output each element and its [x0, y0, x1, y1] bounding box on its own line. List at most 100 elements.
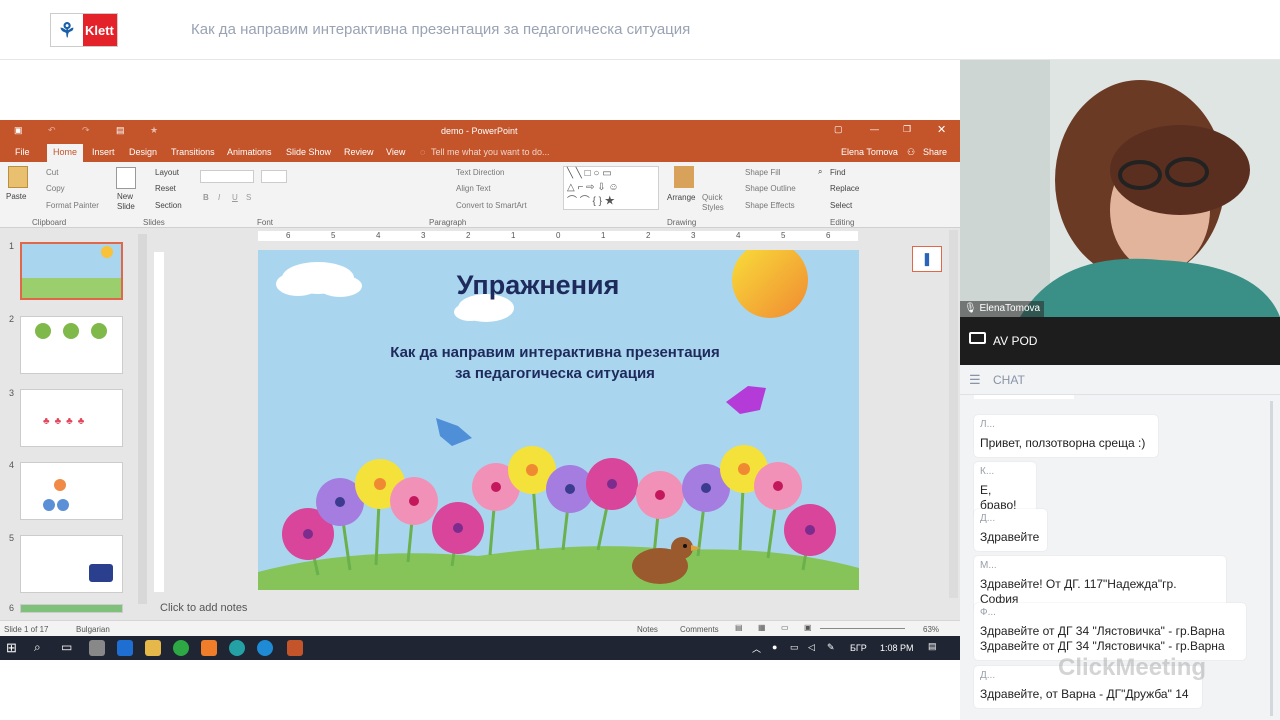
clock[interactable]: 1:08 PM — [880, 643, 914, 653]
arrange-icon[interactable] — [674, 166, 694, 188]
shapes-gallery[interactable]: ╲ ╲ □ ○ ▭ △ ⌐ ⇨ ⇩ ☺ ⌒ ⌒ { } ★ — [563, 166, 659, 210]
shadow-icon[interactable]: S — [246, 193, 251, 202]
edge-icon[interactable] — [229, 640, 245, 656]
font-name-select[interactable] — [200, 170, 254, 183]
zoom-slider[interactable] — [820, 628, 905, 629]
align-text-button[interactable]: Align Text — [456, 184, 491, 193]
tray-chevron-icon[interactable]: ︿ — [752, 642, 761, 655]
slide-thumb-4[interactable] — [20, 462, 123, 520]
tab-view[interactable]: View — [386, 147, 405, 157]
slide-thumb-5[interactable] — [20, 535, 123, 593]
tab-design[interactable]: Design — [129, 147, 157, 157]
slide-thumb-2[interactable] — [20, 316, 123, 374]
normal-view-icon[interactable]: ▤ — [735, 623, 743, 632]
reset-button[interactable]: Reset — [155, 184, 176, 193]
find-button[interactable]: Find — [830, 168, 846, 177]
powerpoint-taskbar-icon[interactable] — [287, 640, 303, 656]
bold-icon[interactable]: B — [203, 193, 209, 202]
search-icon[interactable]: ⌕ — [34, 640, 41, 655]
reading-view-icon[interactable]: ▭ — [781, 623, 789, 632]
slide-subtitle-line1[interactable]: Как да направим интерактивна презентация — [258, 344, 852, 361]
present-icon[interactable]: ▤ — [116, 125, 125, 136]
tab-home[interactable]: Home — [47, 144, 84, 162]
underline-icon[interactable]: U — [232, 193, 238, 202]
user-name[interactable]: Elena Tomova — [841, 147, 898, 157]
thumb-scrollbar[interactable] — [138, 234, 147, 604]
slideshow-icon[interactable]: ▣ — [804, 623, 812, 632]
comments-button[interactable]: Comments — [680, 625, 719, 634]
av-pod-header[interactable]: AV POD — [960, 317, 1280, 365]
app-icon[interactable] — [201, 640, 217, 656]
file-explorer-icon[interactable] — [145, 640, 161, 656]
paste-icon[interactable] — [8, 166, 28, 188]
close-icon[interactable]: ✕ — [937, 123, 946, 136]
format-painter-button[interactable]: Format Painter — [46, 201, 99, 210]
undo-icon[interactable]: ↶ — [48, 125, 56, 136]
store-icon[interactable] — [89, 640, 105, 656]
paste-button[interactable]: Paste — [6, 192, 26, 201]
slide-canvas[interactable]: Упражнения Как да направим интерактивна … — [258, 250, 859, 590]
pen-icon[interactable]: ✎ — [827, 642, 835, 653]
notes-button[interactable]: Notes — [637, 625, 658, 634]
chrome-icon[interactable] — [173, 640, 189, 656]
av-pod-label: AV POD — [993, 334, 1038, 348]
new-slide-icon[interactable] — [116, 167, 136, 189]
shape-fill-button[interactable]: Shape Fill — [745, 168, 781, 177]
microphone-icon[interactable]: ● — [772, 642, 777, 652]
tab-slide-show[interactable]: Slide Show — [286, 147, 331, 157]
shape-outline-button[interactable]: Shape Outline — [745, 184, 796, 193]
replace-button[interactable]: Replace — [830, 184, 859, 193]
new-slide-button[interactable]: New Slide — [117, 192, 143, 212]
slides-group-label: Slides — [143, 218, 165, 227]
tab-transitions[interactable]: Transitions — [171, 147, 215, 157]
windows-start-icon[interactable]: ⊞ — [6, 640, 17, 656]
tab-animations[interactable]: Animations — [227, 147, 272, 157]
slide-thumb-3[interactable]: ♣♣♣♣ — [20, 389, 123, 447]
redo-icon[interactable]: ↷ — [82, 125, 90, 136]
arrange-button[interactable]: Arrange — [667, 193, 695, 202]
notifications-icon[interactable]: ▤ — [928, 641, 937, 652]
slide-thumb-1[interactable] — [20, 242, 123, 300]
tab-insert[interactable]: Insert — [92, 147, 115, 157]
bookmark-icon[interactable]: ❚ — [912, 246, 942, 272]
tell-me-box[interactable]: Tell me what you want to do... — [431, 147, 550, 157]
edge-beta-icon[interactable] — [257, 640, 273, 656]
klett-logo[interactable]: ⚘ Klett — [50, 13, 118, 47]
slide-thumb-6[interactable] — [20, 604, 123, 613]
star-icon[interactable]: ★ — [150, 125, 158, 136]
language-status[interactable]: Bulgarian — [76, 625, 110, 634]
minimize-icon[interactable]: — — [870, 124, 879, 134]
notes-pane[interactable]: Click to add notes — [150, 598, 960, 620]
tab-review[interactable]: Review — [344, 147, 374, 157]
share-button[interactable]: Share — [923, 147, 947, 157]
slide-sorter-icon[interactable]: ▦ — [758, 623, 766, 632]
convert-smartart-button[interactable]: Convert to SmartArt — [456, 201, 527, 210]
save-icon[interactable]: ▣ — [14, 125, 23, 136]
cut-button[interactable]: Cut — [46, 168, 58, 177]
notes-placeholder[interactable]: Click to add notes — [160, 602, 247, 614]
tab-file[interactable]: File — [15, 147, 30, 157]
shape-effects-button[interactable]: Shape Effects — [745, 201, 795, 210]
slide-title[interactable]: Упражнения — [258, 270, 818, 301]
select-button[interactable]: Select — [830, 201, 852, 210]
language-indicator[interactable]: БГР — [850, 643, 867, 653]
font-size-select[interactable] — [261, 170, 287, 183]
slide-number: 4 — [9, 460, 15, 470]
battery-icon[interactable]: ▭ — [790, 642, 799, 653]
task-view-icon[interactable]: ▭ — [61, 640, 72, 654]
copy-button[interactable]: Copy — [46, 184, 65, 193]
layout-button[interactable]: Layout — [155, 168, 179, 177]
outlook-icon[interactable] — [117, 640, 133, 656]
maximize-icon[interactable]: ❐ — [903, 124, 911, 135]
chat-scrollbar[interactable] — [1270, 401, 1273, 716]
ribbon-display-icon[interactable]: ▢ — [834, 124, 843, 135]
slide-scrollbar[interactable] — [949, 230, 958, 598]
chat-header[interactable]: ☰ CHAT — [960, 365, 1280, 395]
quick-styles-button[interactable]: Quick Styles — [702, 193, 728, 213]
slide-subtitle-line2[interactable]: за педагогическа ситуация — [258, 365, 852, 382]
section-button[interactable]: Section — [155, 201, 182, 210]
italic-icon[interactable]: I — [218, 193, 220, 202]
volume-icon[interactable]: ◁ — [808, 642, 815, 653]
text-direction-button[interactable]: Text Direction — [456, 168, 504, 177]
zoom-level[interactable]: 63% — [923, 625, 939, 634]
